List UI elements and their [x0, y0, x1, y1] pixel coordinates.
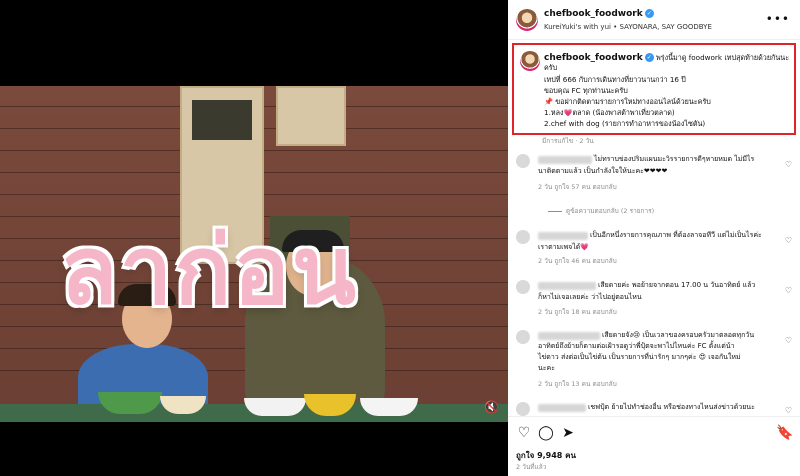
heart-outline-icon[interactable]: ♡ [785, 236, 792, 245]
avatar[interactable] [520, 51, 540, 71]
caption-line: chefbook_foodwork ✓ พรุ่งนี้มาดู foodwork… [544, 53, 789, 63]
caption-timestamp: มีการแก้ไข · 2 วัน [542, 137, 594, 145]
comment-text: เสียดายค่ะ พอย้ายจากตอน 17.00 น วันอาทิต… [598, 281, 756, 289]
comment-text: อาทิตย์ถึงย้ายก็ตามต่อเฝ้ารอดูว่าพี่ปุ้ต… [538, 342, 735, 350]
caption-line: ขอบคุณ FC ทุกท่านนะครับ [544, 86, 628, 95]
caption-line: เทปที่ 666 กับการเดินทางที่ยาวนานกว่า 16… [544, 75, 686, 84]
heart-icon[interactable]: ♡ [516, 425, 532, 441]
verified-badge-icon: ✓ [644, 53, 654, 62]
bowl [360, 398, 418, 416]
heart-outline-icon[interactable]: ♡ [785, 336, 792, 345]
heart-outline-icon[interactable]: ♡ [785, 406, 792, 415]
comment-meta[interactable]: 2 วัน ถูกใจ 57 คน ตอบกลับ [538, 182, 617, 192]
username-text[interactable]: chefbook_foodwork [544, 53, 643, 63]
comment-text: นาติดตามแล้ว เป็นกำลังใจให้นะคะ❤❤❤❤ [538, 167, 668, 175]
blurred-username [538, 332, 600, 340]
caption: chefbook_foodwork ✓ พรุ่งนี้มาดู foodwork… [512, 43, 796, 135]
replies-line [548, 210, 562, 212]
comment-icon[interactable]: ◯ [538, 425, 554, 441]
window-frame [276, 86, 346, 146]
verified-badge-icon: ✓ [644, 9, 654, 18]
comment-meta[interactable]: 2 วัน ถูกใจ 46 คน ตอบกลับ [538, 256, 617, 266]
avatar[interactable] [516, 154, 530, 168]
more-options-icon[interactable]: ••• [766, 12, 790, 26]
post-panel: chefbook_foodwork ✓ KureiYuki's with yui … [508, 0, 800, 476]
blurred-username [538, 232, 588, 240]
view-replies-link[interactable]: ดูข้อความตอบกลับ (2 รายการ) [548, 206, 654, 216]
comment-meta[interactable]: 2 วัน ถูกใจ 13 คน ตอบกลับ [538, 379, 617, 389]
post-header: chefbook_foodwork ✓ KureiYuki's with yui … [508, 0, 800, 40]
header-username[interactable]: chefbook_foodwork ✓ [544, 9, 654, 19]
heart-outline-icon[interactable]: ♡ [785, 286, 792, 295]
comment-text: เราตามเพจได้💗 [538, 243, 590, 251]
blurred-username [538, 282, 596, 290]
caption-line: ครับ [544, 63, 558, 72]
audio-label[interactable]: KureiYuki's with yui • SAYONARA, SAY GOO… [544, 23, 712, 31]
bowl [244, 398, 306, 416]
caption-line: 2.chef with dog (รายการทำอาหารของน้องไซต… [544, 119, 706, 128]
heart-outline-icon[interactable]: ♡ [785, 160, 792, 169]
comment-text: นะคะ [538, 364, 555, 372]
caption-line: 1.หลง💗ตลาด (น้องพาสต้าพาเที่ยวตลาด) [544, 108, 675, 117]
comment-text: ไม่ทราบข่องปริมแผนมะวิรรายการดีๆหายหมด ไ… [594, 155, 755, 163]
blurred-username [538, 404, 586, 412]
comment-text: เสียดายจัง😢 เป็นเวลาของครอบครัวมาตลอดทุก… [602, 331, 755, 339]
window-pane [192, 100, 252, 140]
caption-line: 📌 ขอฝากติดตามรายการใหม่ทางออนไลน์ด้วยนะค… [544, 97, 711, 106]
comment-text: ก็หาไม่เจอเลยค่ะ ว่าไปอยู่ตอนไหน [538, 293, 642, 301]
avatar[interactable] [516, 230, 530, 244]
blurred-username [538, 156, 592, 164]
save-icon[interactable]: 🔖 [776, 425, 793, 441]
post-actions: ♡ ◯ ➤ 🔖 ถูกใจ 9,948 คน 2 วันที่แล้ว [508, 416, 800, 476]
avatar[interactable] [516, 330, 530, 344]
share-icon[interactable]: ➤ [560, 425, 576, 441]
username-text[interactable]: chefbook_foodwork [544, 9, 643, 19]
avatar[interactable] [516, 9, 538, 31]
avatar[interactable] [516, 280, 530, 294]
comment-text: เชฟปุ้ต ย้ายไปทำช่องอื่น หรือช่องทางไหนส… [588, 403, 755, 411]
speaker-muted-icon[interactable]: 🔇 [484, 400, 499, 414]
replies-text[interactable]: ดูข้อความตอบกลับ (2 รายการ) [566, 207, 654, 215]
comment-meta[interactable]: 2 วัน ถูกใจ 18 คน ตอบกลับ [538, 307, 617, 317]
likes-count[interactable]: ถูกใจ 9,948 คน [516, 449, 576, 462]
comment-text: ไข่ดาว ส่งต่อเป็นไข่ต้น เป็นรายการที่น่า… [538, 353, 741, 361]
avatar[interactable] [516, 402, 530, 416]
comment-text: เป็นอีกหนึ่งรายการคุณภาพ ที่ต้องลาจอทีวี… [590, 231, 762, 239]
overlay-title: ลาก่อน [60, 217, 359, 326]
post-photo: ลาก่อน [0, 86, 508, 422]
post-time: 2 วันที่แล้ว [516, 463, 547, 471]
caption-username[interactable]: chefbook_foodwork ✓ [544, 53, 654, 63]
post-media[interactable]: ลาก่อน 🔇 [0, 0, 508, 476]
caption-text: พรุ่งนี้มาดู foodwork เทปสุดท้ายด้วยกันน… [656, 53, 790, 62]
